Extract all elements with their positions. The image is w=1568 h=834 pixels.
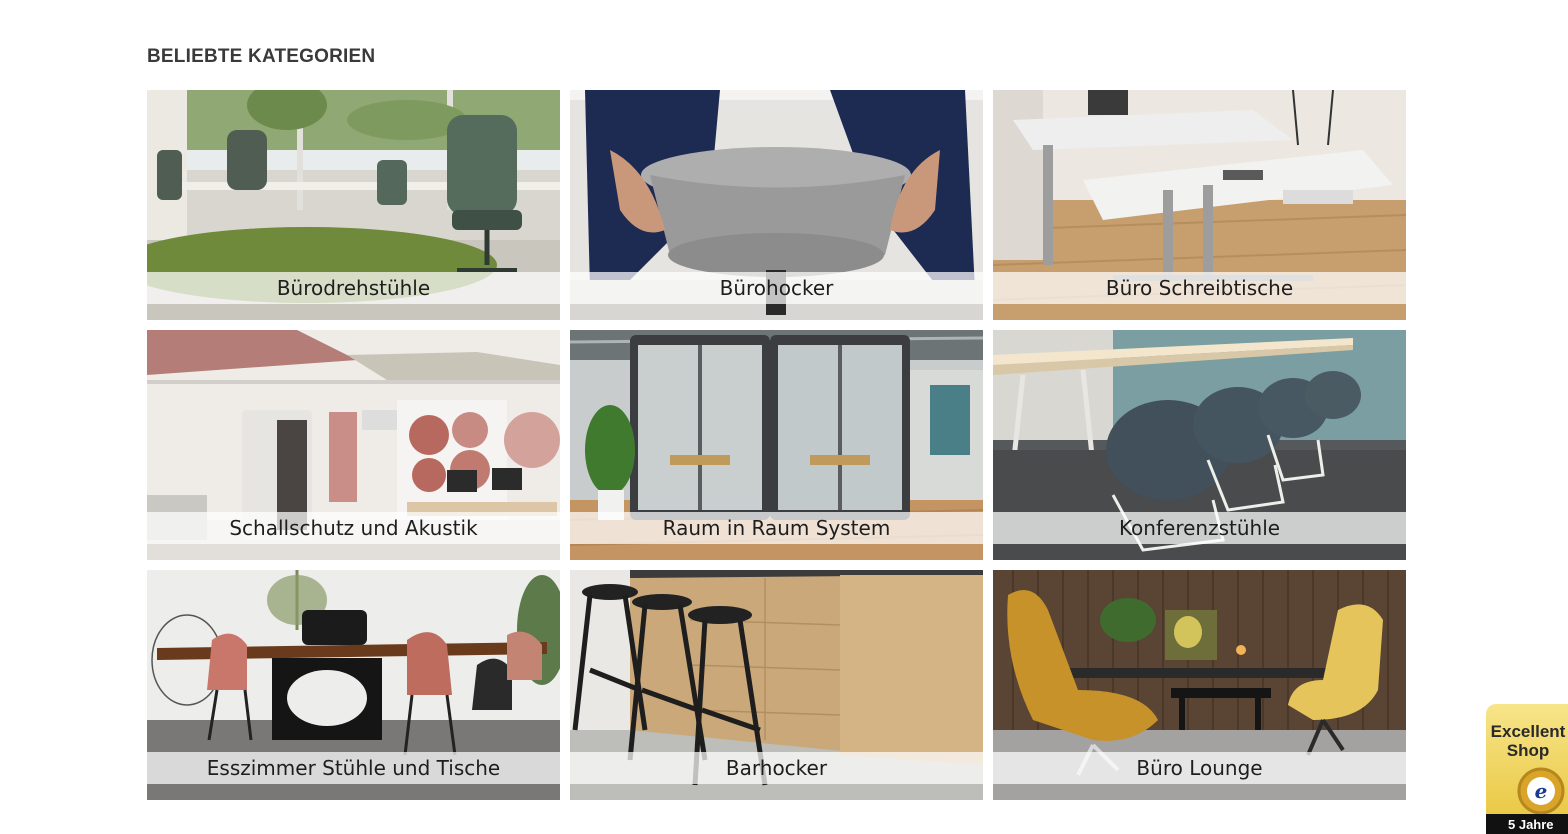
category-tile-konferenzstuehle[interactable]: Konferenzstühle [993,330,1406,560]
category-tile-buerohocker[interactable]: Bürohocker [570,90,983,320]
category-label: Büro Lounge [993,752,1406,784]
category-label: Schallschutz und Akustik [147,512,560,544]
category-tile-buero-lounge[interactable]: Büro Lounge [993,570,1406,800]
category-tile-barhocker[interactable]: Barhocker [570,570,983,800]
category-tile-raum-in-raum-system[interactable]: Raum in Raum System [570,330,983,560]
category-label: Bürodrehstühle [147,272,560,304]
category-tile-esszimmer[interactable]: Esszimmer Stühle und Tische [147,570,560,800]
category-label: Esszimmer Stühle und Tische [147,752,560,784]
category-label: Barhocker [570,752,983,784]
category-label: Büro Schreibtische [993,272,1406,304]
category-label: Konferenzstühle [993,512,1406,544]
trusted-shops-seal-icon: e [1517,767,1565,815]
category-tile-schallschutz-akustik[interactable]: Schallschutz und Akustik [147,330,560,560]
category-tile-buerodrehstuehle[interactable]: Bürodrehstühle [147,90,560,320]
category-tile-buero-schreibtische[interactable]: Büro Schreibtische [993,90,1406,320]
section-title: BELIEBTE KATEGORIEN [147,46,376,67]
category-grid: Bürodrehstühle Bürohocker Büro Schreibti… [147,90,1406,800]
badge-seal: e [1535,779,1548,803]
trusted-shops-badge[interactable]: Excellent Shop e 5 Jahre [1486,704,1568,834]
badge-title: Excellent Shop [1490,722,1566,760]
category-label: Raum in Raum System [570,512,983,544]
category-label: Bürohocker [570,272,983,304]
badge-footer: 5 Jahre [1486,814,1568,834]
